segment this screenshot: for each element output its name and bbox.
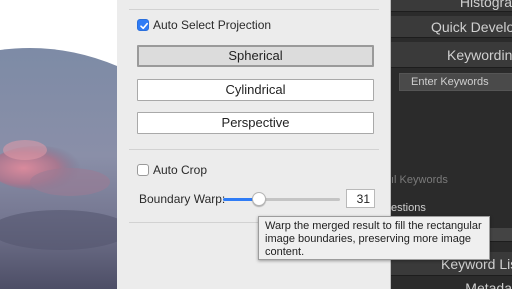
tooltip-line: Warp the merged result to fill the recta… — [265, 220, 482, 232]
auto-crop-label: Auto Crop — [153, 163, 208, 177]
perspective-projection-button[interactable]: Perspective — [137, 112, 374, 134]
panorama-sky-graphic — [0, 48, 117, 289]
enter-keywords-field[interactable]: Enter Keywords — [399, 73, 512, 91]
checkmark-icon — [140, 22, 148, 30]
boundary-warp-slider-knob[interactable] — [252, 192, 266, 206]
middle-divider — [129, 149, 379, 150]
tooltip-line: image boundaries, preserving more image — [265, 233, 472, 245]
boundary-warp-tooltip: Warp the merged result to fill the recta… — [258, 216, 490, 260]
auto-select-projection-checkbox[interactable] — [137, 19, 149, 31]
boundary-warp-value-field[interactable]: 31 — [346, 189, 375, 208]
boundary-warp-label: Boundary Warp: — [139, 192, 226, 206]
keyword-suggestions-label: estions — [391, 202, 426, 214]
spherical-projection-button[interactable]: Spherical — [137, 45, 374, 67]
quick-develop-title: Quick Develo — [431, 19, 512, 35]
cylindrical-projection-button[interactable]: Cylindrical — [137, 79, 374, 101]
panorama-preview-image — [0, 0, 117, 289]
boundary-warp-slider[interactable] — [223, 198, 340, 201]
keywording-title: Keywordin — [447, 47, 512, 63]
auto-crop-checkbox[interactable] — [137, 164, 149, 176]
metadata-title: Metada — [465, 280, 512, 289]
keyword-tags-label: ıl Keywords — [391, 174, 448, 186]
auto-select-projection-label: Auto Select Projection — [153, 18, 272, 32]
top-divider — [129, 9, 379, 10]
tooltip-line: content. — [265, 246, 305, 258]
histogram-title: Histogra — [459, 0, 512, 10]
